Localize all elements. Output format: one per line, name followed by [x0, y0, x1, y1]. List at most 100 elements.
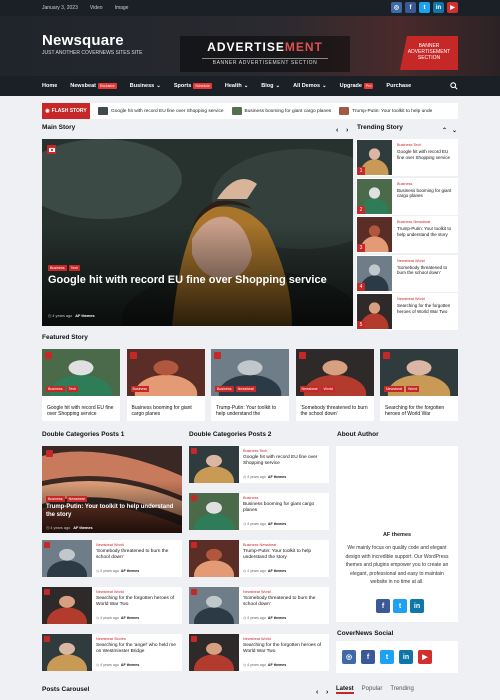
chevron-up-icon[interactable]: ⌃	[442, 127, 447, 134]
linkedin-icon[interactable]: in	[399, 650, 413, 664]
category-badge[interactable]: World	[405, 386, 420, 392]
twitter-icon[interactable]: t	[419, 2, 430, 13]
list-item[interactable]: Newsbeat World Searching for the forgott…	[189, 634, 329, 671]
list-item[interactable]: Newsbeat Stories Searching for the 'ange…	[42, 634, 182, 671]
post-title[interactable]: Google hit with record EU fine over Shop…	[243, 455, 329, 467]
post-title[interactable]: Trump-Putin: Your toolkit to help unders…	[216, 405, 286, 418]
linkedin-icon[interactable]: in	[433, 2, 444, 13]
next-arrow-icon[interactable]: ›	[326, 689, 328, 696]
author-name[interactable]: AF themes	[336, 532, 458, 538]
tab-trending[interactable]: Trending	[390, 686, 413, 694]
linkedin-icon[interactable]: in	[410, 599, 424, 613]
category-badge[interactable]: Newsbeat	[299, 386, 320, 392]
category-badge[interactable]: Business	[48, 265, 67, 271]
post-title[interactable]: Searching for the forgotten heroes of Wo…	[397, 303, 455, 314]
category-label[interactable]: Business Tech	[243, 449, 267, 453]
banner-advertisement[interactable]: BANNER ADVERTISEMENT SECTION	[400, 36, 458, 70]
post-title[interactable]: Trump-Putin: Your toolkit to help unders…	[46, 504, 178, 519]
twitter-icon[interactable]: t	[380, 650, 394, 664]
facebook-icon[interactable]: f	[361, 650, 375, 664]
category-label[interactable]: Newsbeat World	[243, 590, 271, 594]
category-label[interactable]: Business Newsbeat	[397, 220, 430, 224]
category-badge[interactable]: Tech	[68, 265, 81, 271]
list-item[interactable]: Business Newsbeat Trump-Putin: Your tool…	[189, 540, 329, 577]
featured-card[interactable]: Newsbeat World 'Somebody threatened to bu…	[295, 349, 374, 421]
prev-arrow-icon[interactable]: ‹	[336, 127, 338, 134]
category-label[interactable]: Newsbeat World	[96, 543, 124, 547]
post-title[interactable]: Business booming for giant cargo planes	[243, 502, 329, 514]
top-link-image[interactable]: Image	[115, 5, 129, 11]
post-title[interactable]: Google hit with record EU fine over Shop…	[397, 149, 455, 160]
list-item[interactable]: Business Business booming for giant carg…	[189, 493, 329, 530]
category-badge[interactable]: Business	[130, 386, 150, 392]
post-title[interactable]: Business booming for giant cargo planes	[397, 188, 455, 199]
tab-latest[interactable]: Latest	[336, 686, 354, 694]
list-item[interactable]: Newsbeat World Searching for the forgott…	[42, 587, 182, 624]
nav-health[interactable]: Health ⌄	[225, 83, 248, 89]
tab-popular[interactable]: Popular	[362, 686, 383, 694]
post-title[interactable]: Google hit with record EU fine over Shop…	[47, 405, 117, 418]
featured-card[interactable]: Business Business booming for giant carg…	[126, 349, 205, 421]
site-title[interactable]: Newsquare	[42, 32, 124, 49]
category-badge[interactable]: World	[321, 386, 335, 392]
main-story-slide[interactable]: Business Tech Google hit with record EU …	[42, 139, 353, 326]
nav-business[interactable]: Business ⌄	[130, 83, 161, 89]
category-badge[interactable]: Tech	[66, 386, 79, 392]
post-title[interactable]: Trump-Putin: Your toolkit to help unders…	[397, 226, 455, 237]
post-title[interactable]: Searching for the forgotten heroes of Wo…	[96, 596, 182, 608]
instagram-icon[interactable]: ◎	[391, 2, 402, 13]
instagram-icon[interactable]: ◎	[342, 650, 356, 664]
main-story-title[interactable]: Google hit with record EU fine over Shop…	[48, 273, 348, 287]
flash-item[interactable]: Business booming for giant cargo planes	[231, 107, 331, 115]
post-title[interactable]: 'Somebody threatened to burn the school …	[96, 549, 182, 561]
youtube-icon[interactable]: ▶	[418, 650, 432, 664]
category-badge[interactable]: Newsbeat	[384, 386, 404, 392]
category-label[interactable]: Business Tech	[397, 143, 421, 147]
trending-item[interactable]: 5 Newsbeat World Searching for the forgo…	[356, 293, 458, 330]
nav-sports[interactable]: Sports Schedule	[174, 83, 212, 89]
top-link-video[interactable]: Video	[90, 5, 103, 11]
prev-arrow-icon[interactable]: ‹	[316, 689, 318, 696]
youtube-icon[interactable]: ▶	[447, 2, 458, 13]
header-advertisement[interactable]: ADVERTISEMENT BANNER ADVERTISEMENT SECTI…	[180, 36, 350, 72]
nav-upgrade[interactable]: Upgrade Pro	[340, 83, 374, 89]
category-label[interactable]: Newsbeat World	[243, 637, 271, 641]
post-title[interactable]: 'Somebody threatened to burn the school …	[397, 265, 455, 276]
post-title[interactable]: Searching for the forgotten heroes of Wo…	[243, 643, 329, 655]
flash-item[interactable]: Trump-Putin: Your toolkit to help unde	[339, 107, 432, 115]
twitter-icon[interactable]: t	[393, 599, 407, 613]
list-item[interactable]: Business Tech Google hit with record EU …	[189, 446, 329, 483]
category-label[interactable]: Newsbeat World	[397, 297, 425, 301]
next-arrow-icon[interactable]: ›	[346, 127, 348, 134]
nav-purchase[interactable]: Purchase	[386, 83, 411, 89]
category-badge[interactable]: Newsbeat	[66, 496, 87, 502]
list-item[interactable]: Newsbeat World 'Somebody threatened to b…	[42, 540, 182, 577]
category-label[interactable]: Business	[243, 496, 258, 500]
post-title[interactable]: Searching for the 'angel' who held me on…	[96, 643, 182, 655]
post-title[interactable]: 'Somebody threatened to burn the school …	[243, 596, 329, 608]
category-label[interactable]: Business Newsbeat	[243, 543, 276, 547]
featured-card[interactable]: Newsbeat World Searching for the forgotte…	[380, 349, 458, 421]
trending-item[interactable]: 4 Newsbeat World 'Somebody threatened to…	[356, 254, 458, 292]
category-badge[interactable]: Newsbeat	[235, 386, 256, 392]
nav-blog[interactable]: Blog ⌄	[261, 83, 280, 89]
featured-card[interactable]: Business Newsbeat Trump-Putin: Your toolk…	[211, 349, 289, 421]
list-item[interactable]: Newsbeat World 'Somebody threatened to b…	[189, 587, 329, 624]
category-label[interactable]: Newsbeat World	[397, 259, 425, 263]
trending-item[interactable]: 3 Business Newsbeat Trump-Putin: Your to…	[356, 216, 458, 253]
category-badge[interactable]: Business	[215, 386, 234, 392]
category-label[interactable]: Newsbeat Stories	[96, 637, 126, 641]
category-badge[interactable]: Business	[46, 496, 65, 502]
post-title[interactable]: Searching for the forgotten heroes of Wo…	[385, 405, 455, 418]
trending-item[interactable]: 2 Business Business booming for giant ca…	[356, 177, 458, 215]
flash-item[interactable]: Google hit with record EU fine over Shop…	[98, 107, 224, 115]
chevron-down-icon[interactable]: ⌄	[452, 127, 457, 134]
trending-item[interactable]: 1 Business Tech Google hit with record E…	[356, 139, 458, 176]
category-label[interactable]: Business	[397, 182, 412, 186]
post-title[interactable]: Trump-Putin: Your toolkit to help unders…	[243, 549, 329, 561]
category-label[interactable]: Newsbeat World	[96, 590, 124, 594]
double-categories-featured-post[interactable]: Business Newsbeat Trump-Putin: Your tool…	[42, 446, 182, 533]
nav-home[interactable]: Home	[42, 83, 57, 89]
facebook-icon[interactable]: f	[376, 599, 390, 613]
category-badge[interactable]: Business	[46, 386, 65, 392]
